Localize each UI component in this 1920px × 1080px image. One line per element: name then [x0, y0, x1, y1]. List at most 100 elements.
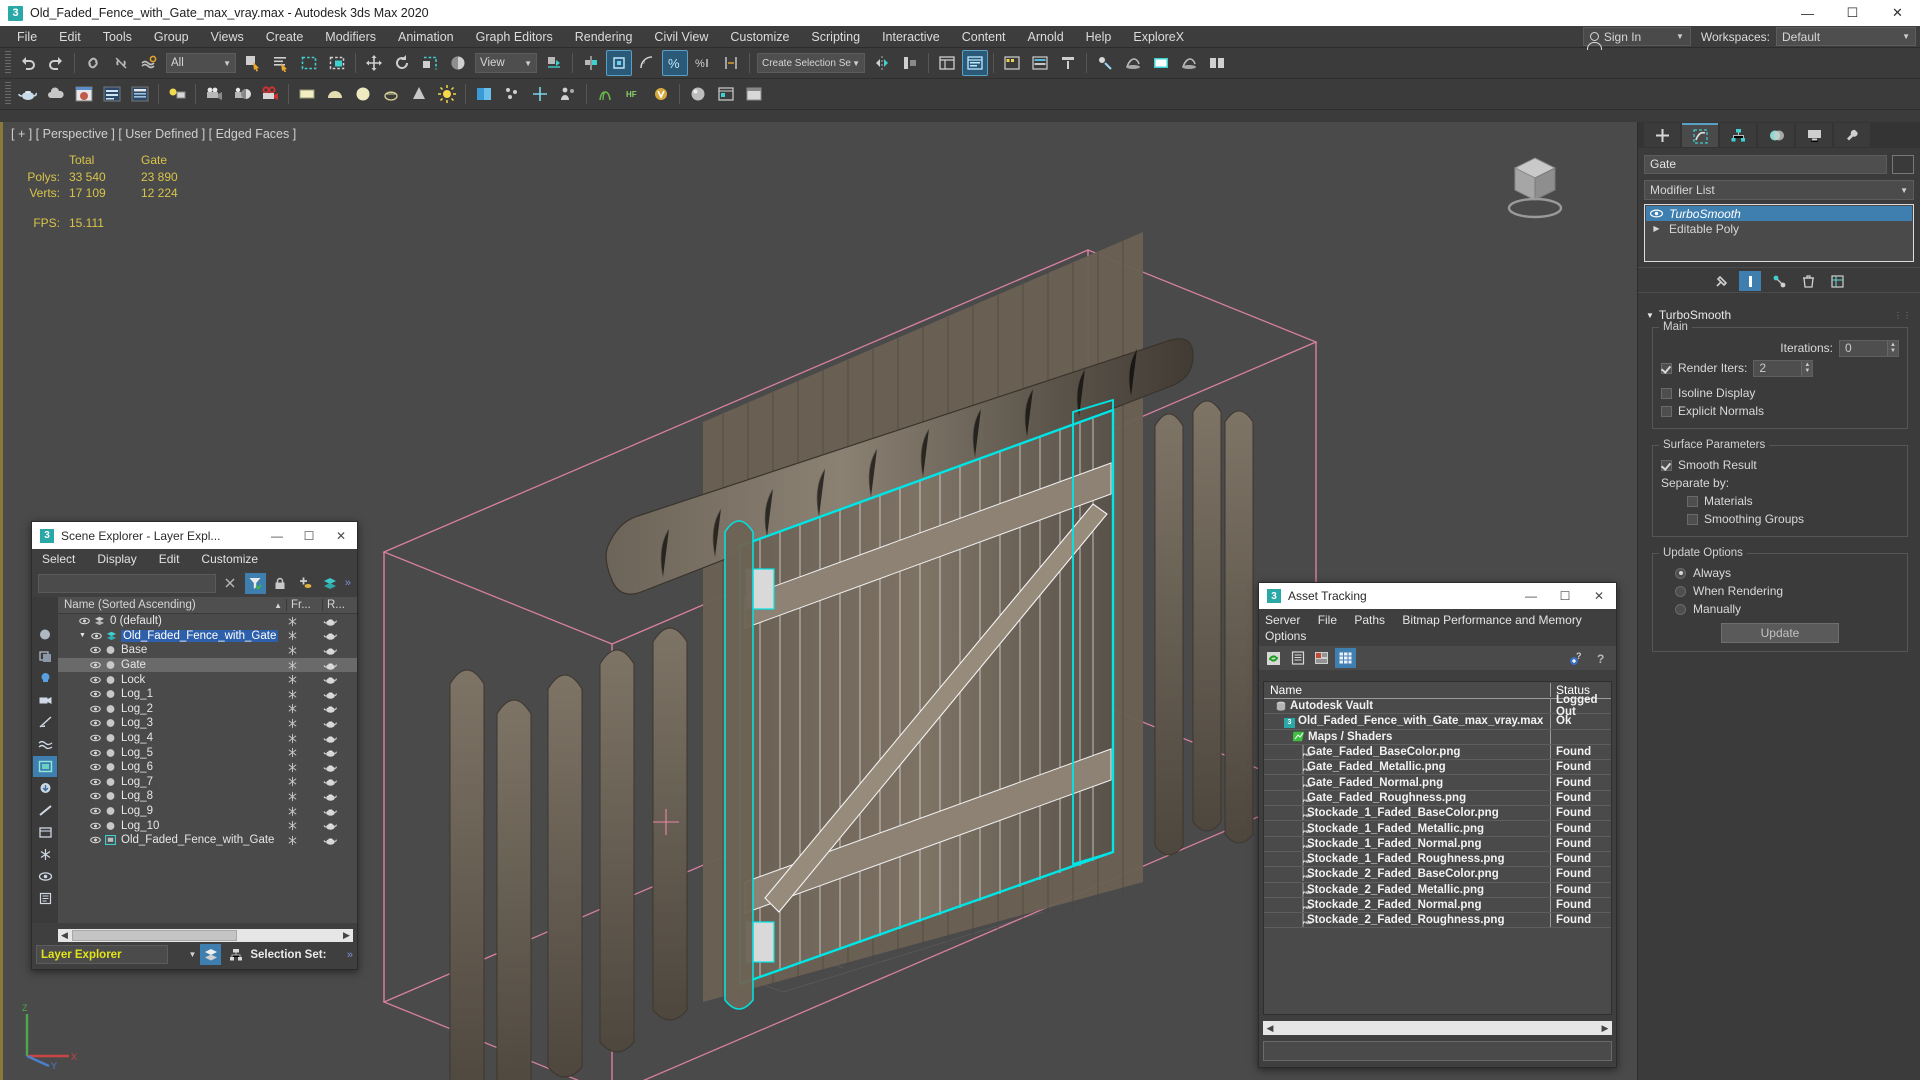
filter-groups-icon[interactable] — [33, 756, 57, 777]
slate-material-editor-icon[interactable] — [99, 81, 125, 107]
filter-bones-icon[interactable] — [33, 800, 57, 821]
menu-group[interactable]: Group — [143, 26, 200, 48]
tab-display[interactable] — [1796, 123, 1832, 147]
toolbar-grip[interactable] — [5, 82, 11, 106]
scroll-left-icon[interactable]: ◀ — [1263, 1023, 1277, 1034]
asset-name-cell[interactable]: Gate_Faded_Roughness.png — [1264, 790, 1551, 806]
tab-motion[interactable] — [1758, 123, 1794, 147]
asset-tracking-grid[interactable]: Name Status Autodesk Vault Logged Out 3 Old… — [1263, 681, 1612, 1015]
curve-editor-icon[interactable] — [999, 50, 1025, 76]
menu-edit[interactable]: Edit — [48, 26, 92, 48]
table-row[interactable]: Stockade_2_Faded_Normal.png Found — [1264, 897, 1611, 914]
bind-to-space-warp-icon[interactable] — [136, 50, 162, 76]
add-layer-icon[interactable] — [295, 573, 316, 594]
row-name-cell[interactable]: Lock — [58, 674, 287, 686]
percent-snap-toggle-icon[interactable]: % — [662, 50, 688, 76]
layer-stack-icon[interactable] — [320, 573, 341, 594]
renderable-cell[interactable] — [323, 762, 357, 773]
renderable-cell[interactable] — [323, 703, 357, 714]
frozen-cell[interactable] — [287, 806, 323, 817]
table-row[interactable]: Log_4 — [58, 731, 357, 746]
display-columns-icon[interactable] — [33, 822, 57, 843]
physical-camera-icon[interactable] — [229, 81, 255, 107]
pin-stack-icon[interactable] — [1710, 271, 1732, 291]
minimize-button[interactable]: — — [1514, 583, 1548, 609]
geosphere-primitive-icon[interactable] — [350, 81, 376, 107]
sun-light-icon[interactable] — [434, 81, 460, 107]
tab-utilities[interactable] — [1834, 123, 1870, 147]
hair-parameters-icon[interactable]: HF — [620, 81, 646, 107]
frozen-cell[interactable] — [287, 660, 323, 671]
table-row[interactable]: Log_6 — [58, 760, 357, 775]
menu-customize[interactable]: Customize — [201, 552, 258, 566]
select-and-scale-icon[interactable] — [417, 50, 443, 76]
select-and-move-icon[interactable] — [361, 50, 387, 76]
edit-named-selection-icon[interactable] — [718, 50, 744, 76]
menu-interactive[interactable]: Interactive — [871, 26, 951, 48]
frozen-cell[interactable] — [287, 733, 323, 744]
asset-name-cell[interactable]: Stockade_2_Faded_Roughness.png — [1264, 913, 1551, 928]
help-add-icon[interactable]: ? — [1566, 648, 1587, 668]
angle-snap-toggle-icon[interactable]: ° — [634, 50, 660, 76]
horizontal-scrollbar[interactable]: ◀ ▶ — [58, 929, 353, 942]
asset-name-cell[interactable]: Stockade_2_Faded_Metallic.png — [1264, 882, 1551, 897]
modifier-stack-item-editable-poly[interactable]: ▶ Editable Poly — [1646, 221, 1912, 236]
frozen-cell[interactable] — [287, 718, 323, 729]
asset-name-cell[interactable]: Stockade_1_Faded_Normal.png — [1264, 836, 1551, 851]
visibility-icon[interactable] — [33, 866, 57, 887]
frozen-cell[interactable] — [287, 630, 323, 641]
menu-file[interactable]: File — [6, 26, 48, 48]
material-editor-window-icon[interactable] — [71, 81, 97, 107]
update-button[interactable]: Update — [1721, 623, 1839, 643]
table-row[interactable]: Log_9 — [58, 804, 357, 819]
align-icon[interactable] — [897, 50, 923, 76]
update-option-always[interactable]: Always — [1661, 564, 1899, 582]
layer-manager-icon[interactable] — [713, 81, 739, 107]
table-row[interactable]: Lock — [58, 672, 357, 687]
modifier-stack-item-turbosmooth[interactable]: TurboSmooth — [1646, 206, 1912, 221]
asset-name-cell[interactable]: Stockade_1_Faded_BaseColor.png — [1264, 806, 1551, 821]
mapping-icon[interactable] — [471, 81, 497, 107]
table-row[interactable]: Maps / Shaders — [1264, 729, 1611, 745]
asset-name-cell[interactable]: Gate_Faded_Normal.png — [1264, 775, 1551, 790]
menu-create[interactable]: Create — [255, 26, 315, 48]
freeze-icon[interactable] — [33, 844, 57, 865]
hair-fur-icon[interactable] — [592, 81, 618, 107]
maximize-button[interactable]: ☐ — [1548, 583, 1582, 609]
menu-customize[interactable]: Customize — [719, 26, 800, 48]
frozen-cell[interactable] — [287, 776, 323, 787]
close-button[interactable]: ✕ — [1582, 583, 1616, 609]
tab-create[interactable] — [1644, 123, 1680, 147]
spinner-arrows-icon[interactable]: ▲ ▼ — [1801, 360, 1813, 376]
row-name-cell[interactable]: Log_7 — [58, 776, 287, 788]
table-row[interactable]: Log_7 — [58, 775, 357, 790]
helper-icon[interactable] — [527, 81, 553, 107]
when-rendering-radio[interactable] — [1675, 585, 1686, 597]
manually-radio[interactable] — [1675, 603, 1686, 615]
vray-icon[interactable] — [648, 81, 674, 107]
menu-content[interactable]: Content — [951, 26, 1017, 48]
modifier-list-select[interactable]: Modifier List ▼ — [1644, 180, 1914, 200]
row-name-cell[interactable]: Log_1 — [58, 688, 287, 700]
frozen-cell[interactable] — [287, 835, 323, 846]
row-name-cell[interactable]: Log_9 — [58, 805, 287, 817]
explicit-normals-checkbox[interactable] — [1661, 405, 1672, 417]
isoline-display-checkbox[interactable] — [1661, 387, 1672, 399]
renderable-cell[interactable] — [323, 689, 357, 700]
table-row[interactable]: Log_10 — [58, 818, 357, 833]
teapot-primitive-icon[interactable] — [378, 81, 404, 107]
table-row[interactable]: Old_Faded_Fence_with_Gate — [58, 833, 357, 848]
menu-scripting[interactable]: Scripting — [800, 26, 871, 48]
row-name-cell[interactable]: Base — [58, 644, 287, 656]
toolbar-grip[interactable] — [5, 51, 11, 75]
workspace-select[interactable]: Default ▼ — [1776, 27, 1916, 46]
table-row[interactable]: Log_5 — [58, 745, 357, 760]
renderable-cell[interactable] — [323, 660, 357, 671]
row-name-cell[interactable]: Log_2 — [58, 703, 287, 715]
spinner-snap-toggle-icon[interactable]: % — [690, 50, 716, 76]
row-name-cell[interactable]: Log_4 — [58, 732, 287, 744]
expand-icon[interactable]: » — [347, 949, 353, 961]
frozen-cell[interactable] — [287, 762, 323, 773]
frozen-cell[interactable] — [287, 820, 323, 831]
renderable-cell[interactable] — [323, 820, 357, 831]
